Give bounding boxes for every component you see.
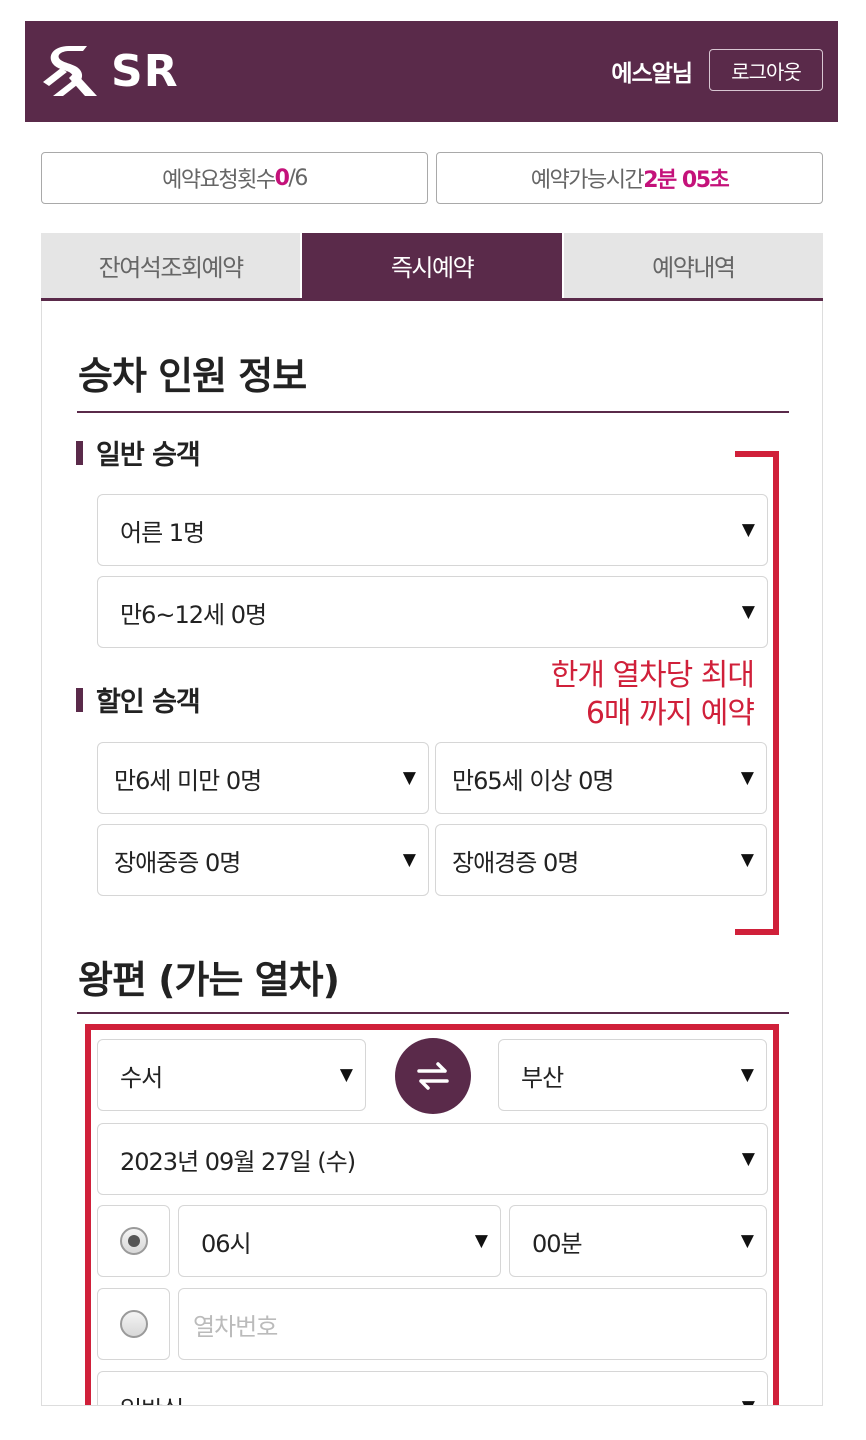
search-by-train-radio[interactable] [119, 1310, 148, 1338]
senior-count-value: 만65세 이상 0명 [452, 766, 614, 795]
dropdown-arrow-icon: ▼ [740, 1231, 754, 1251]
note-line-2: 6매 까지 예약 [585, 696, 755, 731]
max-ticket-note: 한개 열차당 최대 6매 까지 예약 [550, 657, 755, 733]
departure-station-value: 수서 [120, 1063, 163, 1092]
tab-seat-search[interactable]: 잔여석조회예약 [41, 233, 301, 298]
severe-disability-select[interactable]: 장애중증 0명 ▼ [97, 824, 429, 896]
departure-station-select[interactable]: 수서 ▼ [97, 1039, 366, 1111]
discount-passenger-label: 할인 승객 [96, 687, 201, 718]
child-count-select[interactable]: 만6~12세 0명 ▼ [97, 576, 768, 648]
reservation-panel: 승차 인원 정보 일반 승객 어른 1명 ▼ 만6~12세 0명 ▼ 할인 승객… [41, 301, 823, 1406]
dropdown-arrow-icon: ▼ [474, 1231, 488, 1251]
dropdown-arrow-icon: ▼ [402, 850, 416, 870]
passenger-section-title: 승차 인원 정보 [78, 354, 307, 398]
tab-reservation-history[interactable]: 예약내역 [561, 233, 823, 298]
infant-count-value: 만6세 미만 0명 [114, 766, 262, 795]
minute-value: 00분 [532, 1229, 583, 1258]
search-by-train-radio-box[interactable] [97, 1288, 170, 1360]
seat-type-value: 일반실 [120, 1390, 184, 1406]
infant-count-select[interactable]: 만6세 미만 0명 ▼ [97, 742, 429, 814]
request-count-box: 예약요청횟수 0 /6 [41, 152, 428, 204]
tab-instant-reservation[interactable]: 즉시예약 [300, 233, 562, 298]
time-left-box: 예약가능시간 2분 05초 [436, 152, 823, 204]
request-count-max: /6 [288, 165, 308, 191]
dropdown-arrow-icon: ▼ [402, 768, 416, 788]
request-count-value: 0 [274, 165, 290, 191]
swap-arrows-icon [417, 1062, 449, 1090]
adult-count-value: 어른 1명 [120, 518, 205, 547]
time-left-value: 2분 05초 [643, 168, 730, 193]
dropdown-arrow-icon: ▼ [742, 1397, 755, 1405]
arrival-station-value: 부산 [521, 1063, 564, 1092]
mild-disability-select[interactable]: 장애경증 0명 ▼ [435, 824, 767, 896]
minute-select[interactable]: 00분 ▼ [509, 1205, 767, 1277]
senior-count-select[interactable]: 만65세 이상 0명 ▼ [435, 742, 767, 814]
severe-disability-value: 장애중증 0명 [114, 848, 241, 877]
seat-type-select[interactable]: 일반실 ▼ [97, 1371, 768, 1406]
radio-selected-dot [127, 1235, 140, 1247]
arrival-station-select[interactable]: 부산 ▼ [498, 1039, 767, 1111]
time-left-label: 예약가능시간 [530, 168, 645, 193]
swap-stations-button[interactable] [395, 1038, 471, 1114]
section-divider [77, 411, 789, 413]
logout-button[interactable]: 로그아웃 [709, 49, 823, 91]
dropdown-arrow-icon: ▼ [740, 850, 754, 870]
user-name: 에스알님 [611, 61, 693, 87]
adult-count-select[interactable]: 어른 1명 ▼ [97, 494, 768, 566]
search-by-time-radio-box[interactable] [97, 1205, 170, 1277]
hour-value: 06시 [201, 1229, 252, 1258]
train-number-placeholder: 열차번호 [193, 1312, 278, 1341]
app-header: SR 에스알님 로그아웃 [25, 21, 838, 122]
search-by-time-radio[interactable] [119, 1227, 148, 1255]
discount-passenger-title: 할인 승객 [76, 680, 201, 719]
general-passenger-label: 일반 승객 [96, 440, 201, 471]
hour-select[interactable]: 06시 ▼ [178, 1205, 501, 1277]
trip-section-title: 왕편 (가는 열차) [78, 958, 340, 1002]
departure-date-value: 2023년 09월 27일 (수) [120, 1147, 356, 1176]
reservation-tabs: 잔여석조회예약 즉시예약 예약내역 [41, 233, 823, 301]
note-line-1: 한개 열차당 최대 [550, 658, 755, 693]
title-bar-marker [76, 440, 83, 465]
logo-text: SR [111, 45, 179, 97]
sr-logo-icon [43, 46, 97, 96]
sr-logo[interactable]: SR [39, 42, 179, 100]
dropdown-arrow-icon: ▼ [740, 768, 754, 788]
dropdown-arrow-icon: ▼ [339, 1065, 353, 1085]
dropdown-arrow-icon: ▼ [740, 1065, 754, 1085]
dropdown-arrow-icon: ▼ [741, 1149, 755, 1169]
child-count-value: 만6~12세 0명 [120, 600, 267, 629]
train-number-input[interactable]: 열차번호 [178, 1288, 767, 1360]
general-passenger-title: 일반 승객 [76, 433, 201, 472]
mild-disability-value: 장애경증 0명 [452, 848, 579, 877]
request-count-label: 예약요청횟수 [162, 168, 276, 193]
section-divider [77, 1012, 789, 1014]
title-bar-marker [76, 687, 83, 712]
departure-date-select[interactable]: 2023년 09월 27일 (수) ▼ [97, 1123, 768, 1195]
